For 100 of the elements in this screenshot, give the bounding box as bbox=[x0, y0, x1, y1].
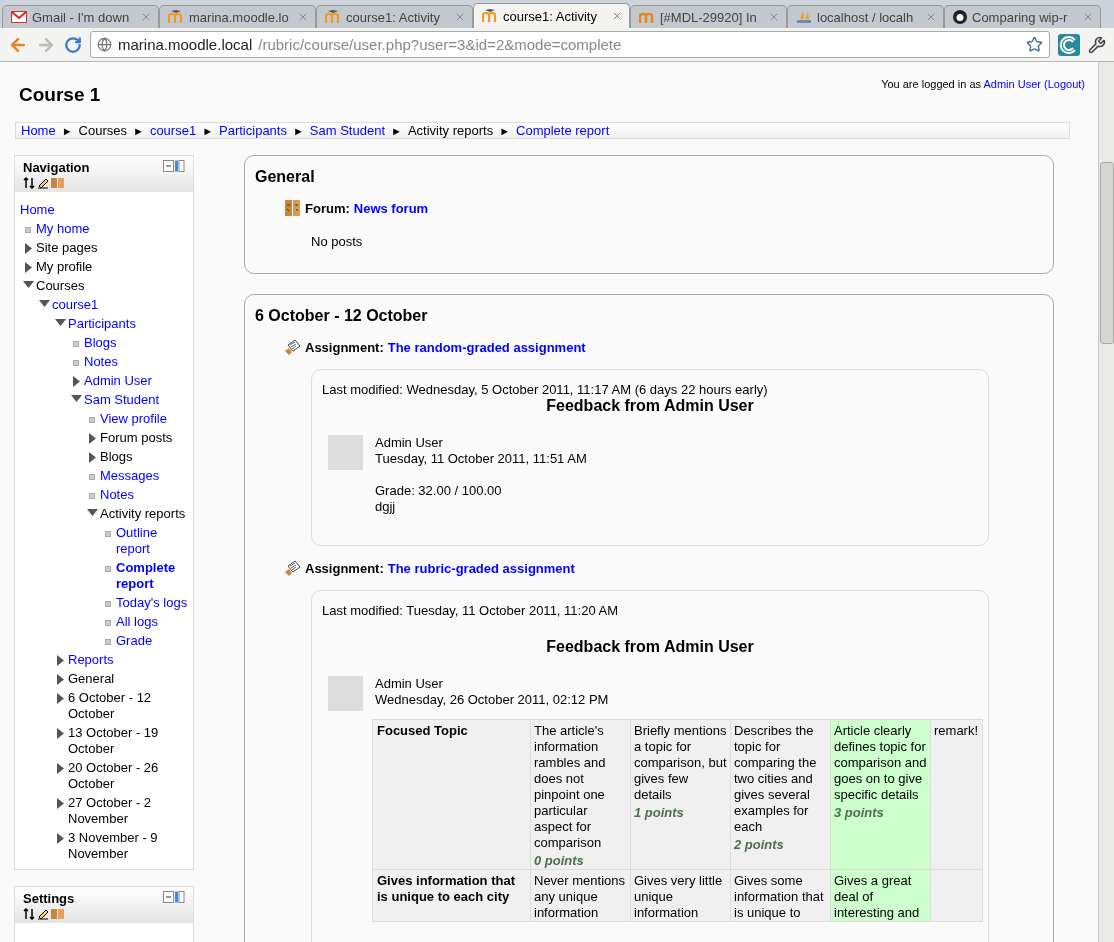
nav-item[interactable]: course1 bbox=[52, 296, 99, 313]
level-cell[interactable]: Briefly mentions a topic for comparison, but gives few details 1 points bbox=[630, 719, 731, 870]
moodle-logo-icon bbox=[639, 10, 655, 24]
browser-tab[interactable]: Gmail - I'm down bbox=[2, 5, 159, 28]
nav-item[interactable]: View profile bbox=[100, 410, 167, 427]
address-bar[interactable]: marina.moodle.local /rubric/course/user.php?user=3&id=2&mode=complete bbox=[90, 31, 1050, 58]
collapse-arrow-icon[interactable] bbox=[22, 280, 34, 288]
wrench-icon[interactable] bbox=[1088, 35, 1106, 54]
feedback-comment: dgjj bbox=[375, 499, 397, 515]
breadcrumb-link[interactable]: Complete report bbox=[516, 123, 610, 138]
nav-item[interactable]: Sam Student bbox=[84, 391, 160, 408]
nav-item[interactable]: Forum posts bbox=[100, 429, 173, 446]
nav-item[interactable]: Reports bbox=[68, 651, 114, 668]
nav-item[interactable]: Grade bbox=[116, 632, 153, 649]
expand-arrow-icon[interactable] bbox=[56, 762, 64, 774]
dock-icon[interactable] bbox=[163, 891, 185, 903]
moodle-logo-icon bbox=[168, 10, 184, 24]
login-text: You are logged in as bbox=[881, 78, 983, 90]
expand-arrow-icon[interactable] bbox=[56, 654, 64, 666]
nav-item[interactable]: Outline report bbox=[116, 524, 193, 557]
collapse-arrow-icon[interactable] bbox=[54, 318, 66, 326]
activity-link[interactable]: The rubric-graded assignment bbox=[387, 560, 575, 576]
sail-logo-icon bbox=[796, 10, 812, 24]
level-cell[interactable]: Gives a great deal of interesting and bbox=[830, 869, 931, 922]
expand-arrow-icon[interactable] bbox=[88, 432, 96, 444]
nav-item[interactable]: 3 November - 9 November bbox=[68, 829, 193, 862]
nav-item[interactable]: Complete report bbox=[116, 559, 193, 592]
level-cell[interactable]: Never mentions any unique information bbox=[530, 869, 631, 922]
nav-item[interactable]: Home bbox=[20, 201, 55, 218]
expand-arrow-icon[interactable] bbox=[56, 673, 64, 685]
activity-link[interactable]: The random-graded assignment bbox=[387, 339, 586, 355]
level-cell[interactable]: Describes the topic for comparing the two cities and gives several examples for each 2 points bbox=[730, 719, 831, 870]
reload-icon[interactable] bbox=[64, 35, 82, 54]
no-posts-text: No posts bbox=[311, 234, 364, 249]
expand-arrow-icon[interactable] bbox=[56, 832, 64, 844]
collapse-arrow-icon[interactable] bbox=[38, 299, 50, 307]
nav-item[interactable]: 27 October - 2 November bbox=[68, 794, 193, 827]
user-link[interactable]: Admin User bbox=[983, 78, 1041, 90]
browser-tab[interactable]: Comparing wip-r bbox=[944, 5, 1101, 28]
separator-icon: ► bbox=[292, 124, 304, 137]
nav-item[interactable]: Activity reports bbox=[100, 505, 186, 522]
bullet-icon bbox=[89, 416, 95, 423]
nav-item[interactable]: My home bbox=[36, 220, 90, 237]
nav-item[interactable]: Blogs bbox=[84, 334, 117, 351]
extension-icon[interactable] bbox=[1058, 33, 1080, 56]
section-title: General bbox=[255, 168, 316, 186]
nav-item[interactable]: My profile bbox=[36, 258, 93, 275]
expand-arrow-icon[interactable] bbox=[56, 727, 64, 739]
nav-item[interactable]: Messages bbox=[100, 467, 160, 484]
nav-item[interactable]: All logs bbox=[116, 613, 158, 630]
edit-icon[interactable] bbox=[37, 908, 49, 920]
collapse-arrow-icon[interactable] bbox=[70, 394, 82, 402]
level-cell[interactable]: Article clearly defines topic for comparison and goes on to give specific details 3 points bbox=[830, 719, 931, 870]
bookmark-star-icon[interactable] bbox=[1026, 36, 1043, 53]
nav-item[interactable]: Blogs bbox=[100, 448, 133, 465]
separator-icon: ► bbox=[133, 124, 144, 137]
nav-item[interactable]: 20 October - 26 October bbox=[68, 759, 193, 792]
expand-arrow-icon[interactable] bbox=[24, 261, 32, 273]
nav-item[interactable]: 13 October - 19 October bbox=[68, 724, 193, 757]
close-icon[interactable] bbox=[611, 10, 623, 22]
edit-icon[interactable] bbox=[37, 177, 49, 189]
nav-item[interactable]: Today's logs bbox=[116, 594, 188, 611]
expand-arrow-icon[interactable] bbox=[88, 451, 96, 463]
scrollbar[interactable] bbox=[1098, 62, 1114, 942]
browser-tab[interactable]: localhost / localh bbox=[787, 5, 944, 28]
breadcrumb-link[interactable]: Participants bbox=[219, 123, 287, 138]
browser-tab[interactable]: course1: Activity bbox=[316, 5, 473, 28]
browser-tab[interactable]: [#MDL-29920] In bbox=[630, 5, 787, 28]
logout-link[interactable]: (Logout) bbox=[1044, 78, 1085, 90]
level-cell[interactable]: Gives very little unique information bbox=[630, 869, 731, 922]
nav-item[interactable]: Courses bbox=[36, 277, 85, 294]
expand-arrow-icon[interactable] bbox=[56, 692, 64, 704]
collapse-arrow-icon[interactable] bbox=[86, 508, 98, 516]
breadcrumb-link[interactable]: Home bbox=[21, 123, 56, 138]
assignment-icon bbox=[285, 339, 301, 355]
move-icon[interactable] bbox=[23, 177, 35, 189]
bullet-icon bbox=[105, 600, 111, 607]
level-cell[interactable]: The article's information rambles and does not pinpoint one particular aspect for comparison 0 points bbox=[530, 719, 631, 870]
browser-tab[interactable]: course1: Activity bbox=[473, 3, 630, 28]
nav-item[interactable]: 6 October - 12 October bbox=[68, 689, 193, 722]
nav-item[interactable]: General bbox=[68, 670, 115, 687]
breadcrumb-link[interactable]: course1 bbox=[149, 123, 197, 138]
expand-arrow-icon[interactable] bbox=[56, 797, 64, 809]
bullet-icon bbox=[105, 638, 111, 645]
nav-item[interactable]: Site pages bbox=[36, 239, 98, 256]
mail-icon bbox=[11, 11, 27, 23]
nav-item[interactable]: Participants bbox=[68, 315, 136, 332]
activity-link[interactable]: News forum bbox=[353, 200, 429, 216]
level-cell[interactable]: Gives some information that is unique to bbox=[730, 869, 831, 922]
nav-item[interactable]: Admin User bbox=[84, 372, 152, 389]
expand-arrow-icon[interactable] bbox=[24, 242, 32, 254]
breadcrumb-link[interactable]: Sam Student bbox=[309, 123, 385, 138]
browser-tab[interactable]: marina.moodle.lo bbox=[159, 5, 316, 28]
nav-item[interactable]: Notes bbox=[84, 353, 118, 370]
avatar-placeholder bbox=[328, 676, 363, 711]
nav-item[interactable]: Notes bbox=[100, 486, 134, 503]
move-icon[interactable] bbox=[23, 908, 35, 920]
expand-arrow-icon[interactable] bbox=[72, 375, 80, 387]
breadcrumb-text: Courses bbox=[78, 123, 127, 138]
dock-icon[interactable] bbox=[163, 160, 185, 172]
